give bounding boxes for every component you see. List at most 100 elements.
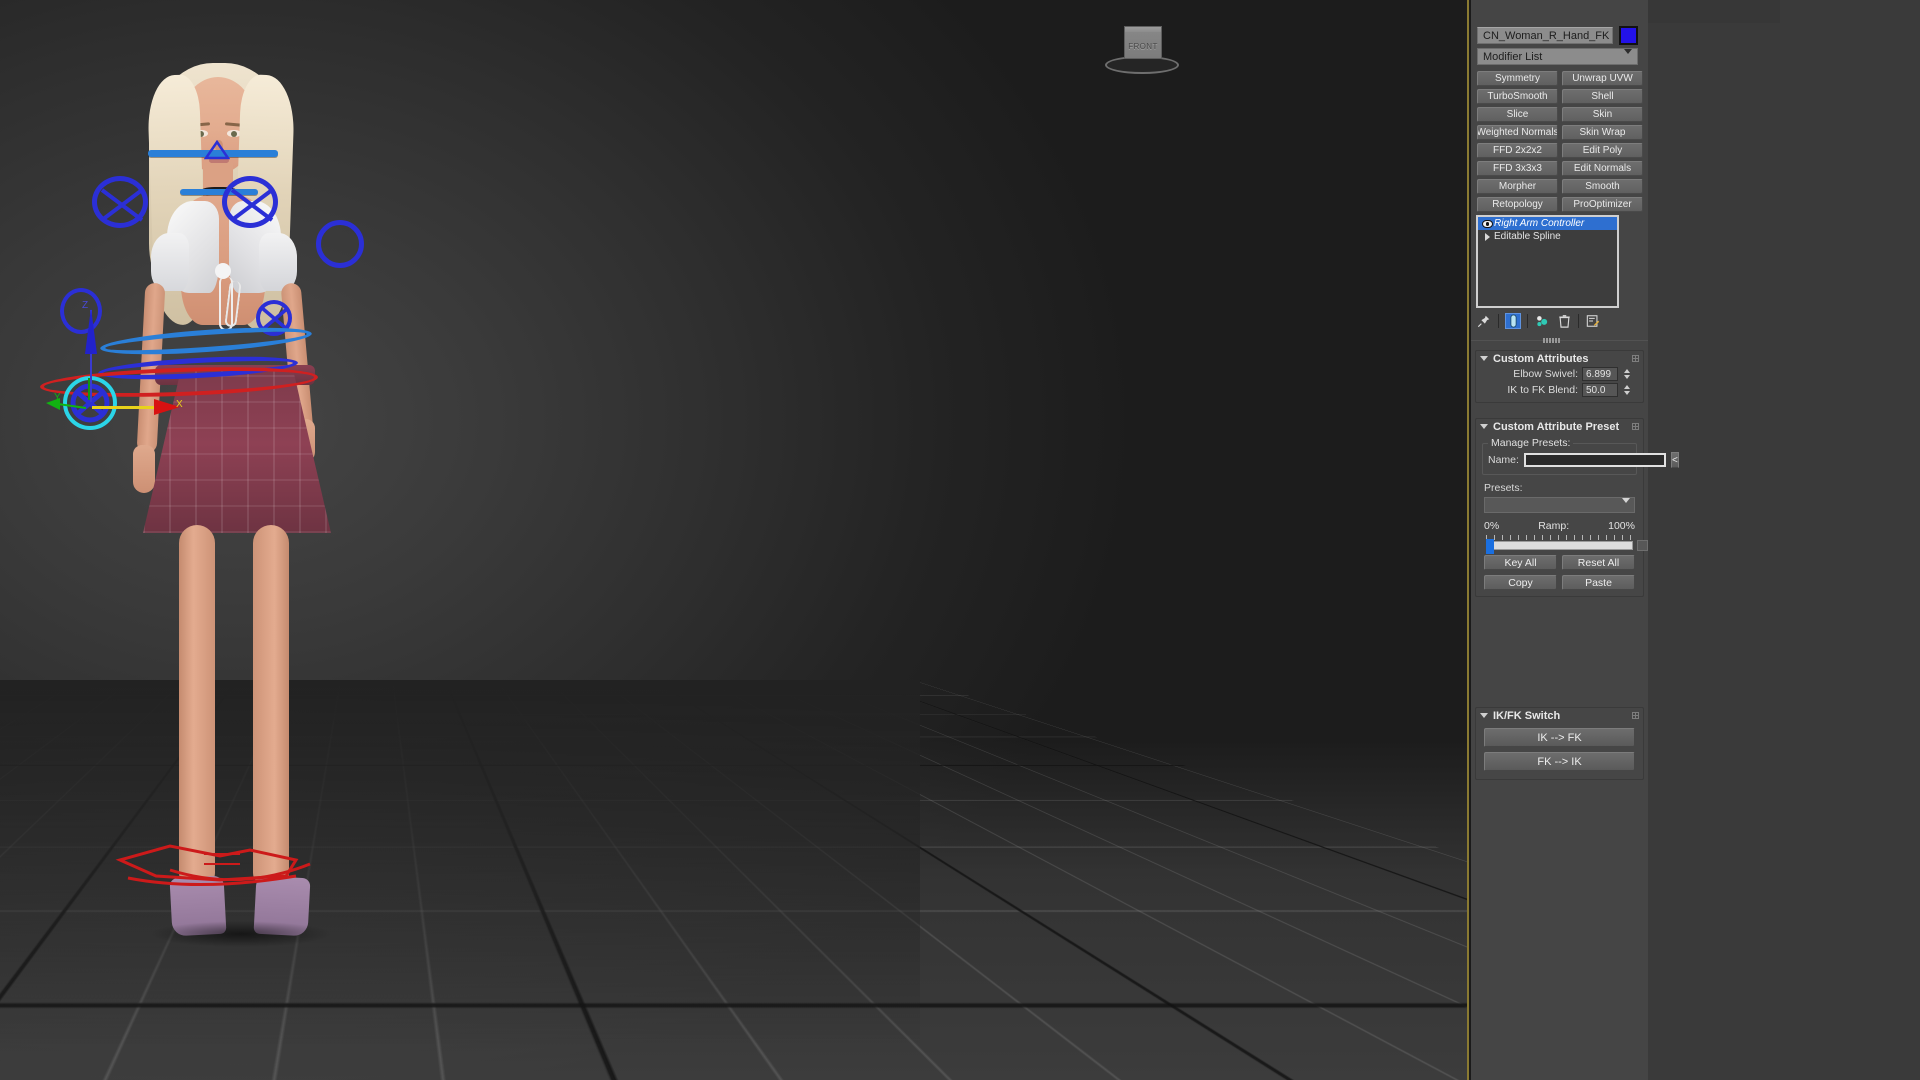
modifier-button[interactable]: FFD 2x2x2	[1477, 143, 1558, 158]
modifier-stack-item-label: Right Arm Controller	[1494, 218, 1585, 229]
modifier-button[interactable]: Skin Wrap	[1562, 125, 1643, 140]
elbow-swivel-row[interactable]: Elbow Swivel: 6.899	[1476, 366, 1643, 382]
gizmo-x-axis[interactable]	[92, 406, 156, 409]
command-panel[interactable]: CN_Woman_R_Hand_FK Modifier List Symmetr…	[1471, 0, 1679, 1080]
preset-buttons-row-1[interactable]: Key All Reset All	[1476, 550, 1643, 570]
presets-selected-value	[1485, 500, 1489, 511]
manage-presets-group: Manage Presets: Name: <	[1482, 437, 1679, 475]
modifier-button[interactable]: Unwrap UVW	[1562, 71, 1643, 86]
modifier-button[interactable]: Smooth	[1562, 179, 1643, 194]
ik-fk-blend-stepper[interactable]	[1622, 383, 1631, 397]
rollout-header-ik-fk-switch[interactable]: IK/FK Switch	[1476, 708, 1643, 723]
ik-fk-blend-label: IK to FK Blend:	[1507, 384, 1578, 396]
gizmo-x-label: X	[176, 399, 183, 410]
manage-presets-label: Manage Presets:	[1488, 437, 1574, 449]
modifier-stack-item-editable-spline[interactable]: Editable Spline	[1478, 230, 1617, 243]
elbow-swivel-label: Elbow Swivel:	[1513, 368, 1578, 380]
modifier-button-grid[interactable]: Symmetry Unwrap UVW TurboSmooth Shell Sl…	[1477, 71, 1643, 212]
ramp-slider-track[interactable]	[1486, 539, 1648, 554]
rollout-custom-attributes[interactable]: Custom Attributes Elbow Swivel: 6.899 IK…	[1475, 350, 1644, 403]
gizmo-y-plane-handle[interactable]	[88, 378, 90, 400]
expand-triangle-icon[interactable]	[1480, 232, 1494, 241]
rollout-title: IK/FK Switch	[1493, 709, 1561, 722]
chevron-down-icon	[1480, 713, 1488, 718]
modifier-button[interactable]: TurboSmooth	[1477, 89, 1558, 104]
configure-modifier-sets-icon[interactable]	[1585, 313, 1601, 329]
load-preset-button[interactable]: <	[1670, 452, 1679, 468]
rollout-header-custom-attribute-preset[interactable]: Custom Attribute Preset	[1476, 419, 1643, 434]
modifier-button[interactable]: Edit Poly	[1562, 143, 1643, 158]
gizmo-y-arrow[interactable]	[44, 396, 88, 416]
modifier-button[interactable]: Slice	[1477, 107, 1558, 122]
remove-modifier-icon[interactable]	[1556, 313, 1572, 329]
rollout-title: Custom Attribute Preset	[1493, 420, 1620, 433]
preset-buttons-row-2[interactable]: Copy Paste	[1476, 570, 1643, 590]
make-unique-icon[interactable]	[1534, 313, 1550, 329]
presets-dropdown[interactable]	[1484, 497, 1635, 515]
ik-to-fk-button[interactable]: IK --> FK	[1484, 728, 1635, 747]
key-all-button[interactable]: Key All	[1484, 555, 1557, 570]
rollout-title: Custom Attributes	[1493, 352, 1589, 365]
chevron-down-icon	[1622, 498, 1630, 515]
preset-name-row[interactable]: Name: <	[1488, 452, 1679, 468]
modifier-list-dropdown[interactable]: Modifier List	[1477, 48, 1638, 66]
application-window: FRONT Z X Y CN_Woman_R_Hand_FK Modifier …	[0, 0, 1920, 1080]
chevron-down-icon	[1624, 49, 1632, 66]
elbow-swivel-stepper[interactable]	[1622, 367, 1631, 381]
rollout-header-custom-attributes[interactable]: Custom Attributes	[1476, 351, 1643, 366]
transform-gizmo[interactable]: Z X Y	[0, 0, 1469, 1080]
modifier-button[interactable]: Symmetry	[1477, 71, 1558, 86]
gizmo-z-label: Z	[82, 300, 89, 311]
modifier-stack-item-label: Editable Spline	[1494, 231, 1561, 242]
ramp-labels-row: 0% Ramp: 100%	[1476, 520, 1643, 532]
modifier-button[interactable]: Edit Normals	[1562, 161, 1643, 176]
modifier-button[interactable]: Retopology	[1477, 197, 1558, 212]
reset-all-button[interactable]: Reset All	[1562, 555, 1635, 570]
object-name-field[interactable]: CN_Woman_R_Hand_FK	[1477, 27, 1613, 44]
modifier-button[interactable]: Weighted Normals	[1477, 125, 1558, 140]
ik-fk-blend-row[interactable]: IK to FK Blend: 50.0	[1476, 382, 1643, 398]
modifier-button[interactable]: ProOptimizer	[1562, 197, 1643, 212]
modifier-button[interactable]: Morpher	[1477, 179, 1558, 194]
gizmo-z-arrow[interactable]	[82, 308, 100, 356]
modifier-button[interactable]: Shell	[1562, 89, 1643, 104]
ramp-title: Ramp:	[1538, 520, 1570, 532]
modifier-button[interactable]: Skin	[1562, 107, 1643, 122]
modifier-stack-list[interactable]: Right Arm Controller Editable Spline	[1476, 215, 1619, 308]
copy-button[interactable]: Copy	[1484, 575, 1557, 590]
elbow-swivel-value[interactable]: 6.899	[1582, 367, 1618, 381]
ramp-slider-handle[interactable]	[1486, 539, 1494, 554]
viewport[interactable]: FRONT Z X Y	[0, 0, 1469, 1080]
fk-to-ik-button[interactable]: FK --> IK	[1484, 752, 1635, 771]
presets-label: Presets:	[1484, 482, 1523, 494]
modifier-stack-toolbar[interactable]	[1476, 312, 1626, 330]
preset-name-label: Name:	[1488, 454, 1519, 466]
object-color-swatch[interactable]	[1619, 26, 1638, 45]
rollout-grip-dots	[1632, 355, 1639, 362]
modifier-list-label: Modifier List	[1483, 50, 1543, 63]
ramp-ticks	[1486, 535, 1633, 540]
modifier-button[interactable]: FFD 3x3x3	[1477, 161, 1558, 176]
viewport-right-border	[1467, 0, 1469, 1080]
eye-icon[interactable]	[1480, 219, 1494, 228]
rollout-custom-attribute-preset[interactable]: Custom Attribute Preset Manage Presets: …	[1475, 418, 1679, 597]
ramp-max-label: 100%	[1608, 520, 1635, 532]
rollout-ik-fk-switch[interactable]: IK/FK Switch IK --> FK FK --> IK	[1475, 707, 1644, 780]
ramp-min-label: 0%	[1484, 520, 1500, 532]
paste-button[interactable]: Paste	[1562, 575, 1635, 590]
rollout-grip-dots	[1632, 712, 1639, 719]
gizmo-y-label: Y	[54, 392, 61, 403]
rollout-grip-dots	[1632, 423, 1639, 430]
ik-fk-blend-value[interactable]: 50.0	[1582, 383, 1618, 397]
chevron-down-icon	[1480, 424, 1488, 429]
rollout-resize-grip[interactable]	[1543, 338, 1561, 343]
preset-name-input[interactable]	[1523, 453, 1666, 467]
toolbar-divider	[1578, 314, 1579, 328]
chevron-down-icon	[1480, 356, 1488, 361]
pin-stack-icon[interactable]	[1476, 313, 1492, 329]
show-end-result-icon[interactable]	[1505, 313, 1521, 329]
toolbar-divider	[1527, 314, 1528, 328]
modifier-stack-item-right-arm-controller[interactable]: Right Arm Controller	[1478, 217, 1617, 230]
toolbar-divider	[1498, 314, 1499, 328]
ramp-end-button[interactable]	[1637, 540, 1648, 551]
